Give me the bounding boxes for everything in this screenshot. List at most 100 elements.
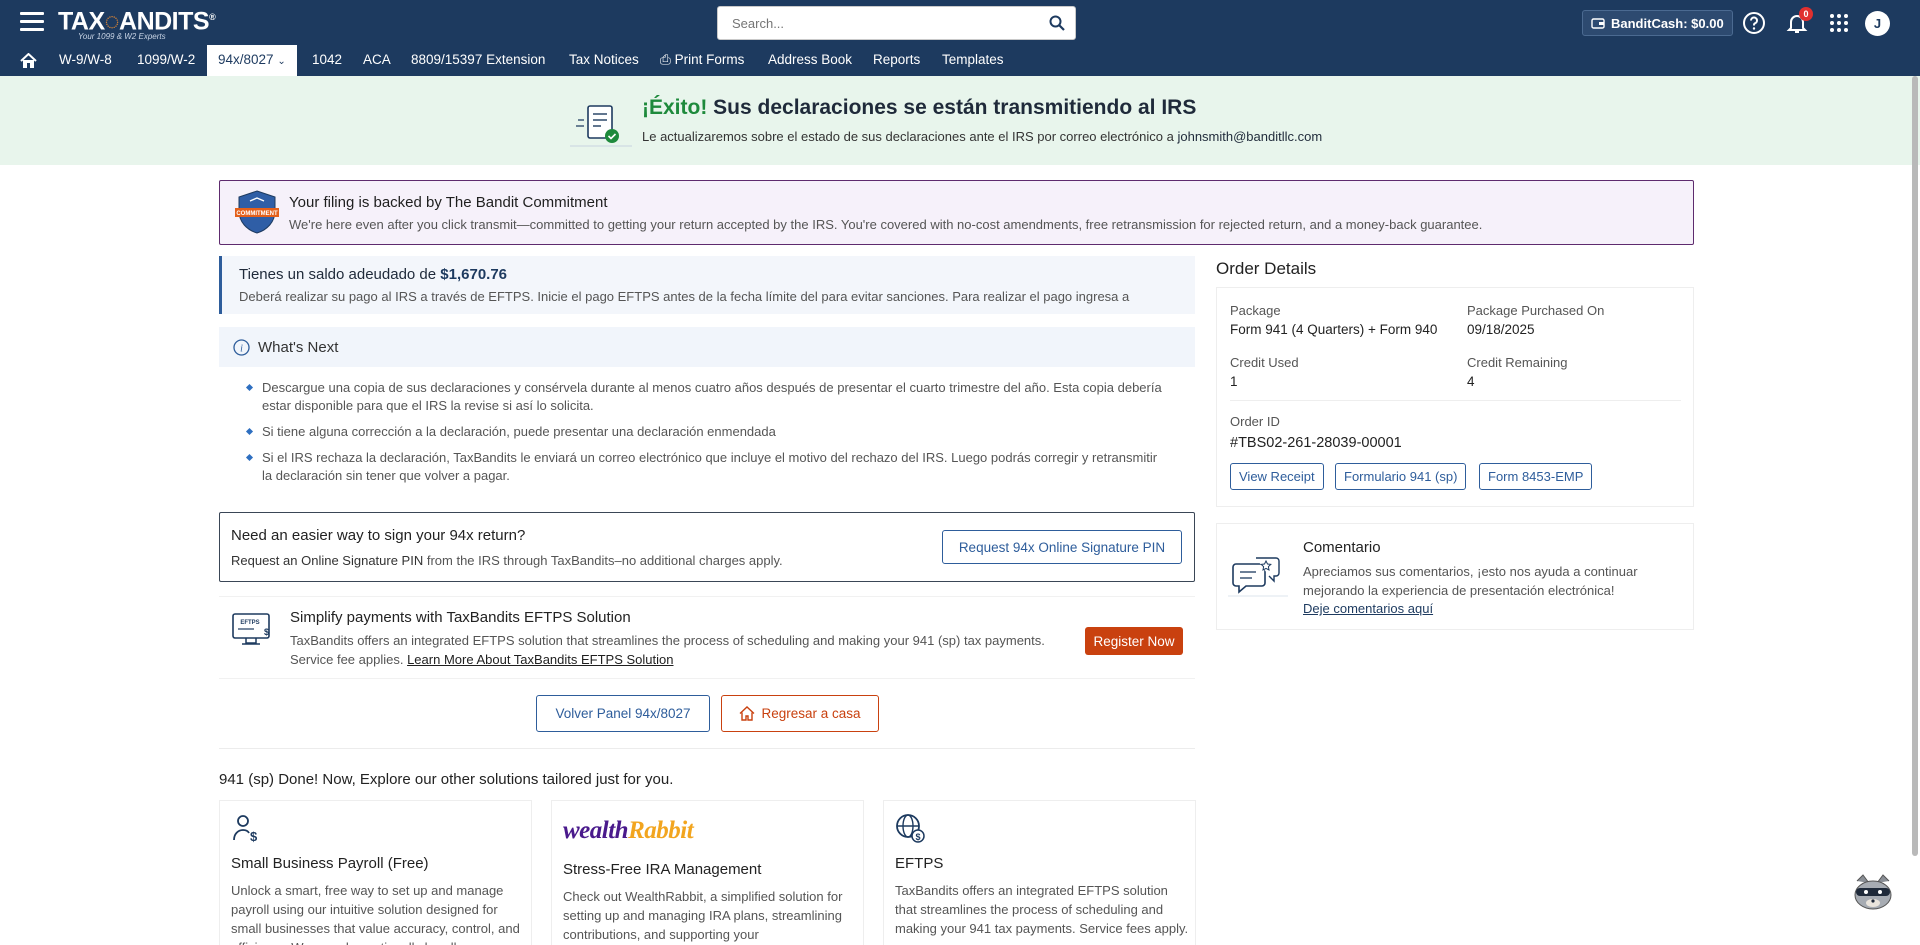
credit-used-value: 1 (1230, 374, 1238, 389)
whats-next-list: Descargue una copia de sus declaraciones… (247, 379, 1167, 493)
wealthrabbit-logo: wealthRabbit (563, 817, 694, 844)
help-icon[interactable] (1742, 11, 1766, 35)
feedback-chat-icon (1228, 557, 1288, 597)
leave-feedback-link[interactable]: Deje comentarios aquí (1303, 601, 1433, 616)
order-details-panel: Package Form 941 (4 Quarters) + Form 940… (1216, 287, 1694, 507)
user-avatar[interactable]: J (1865, 11, 1890, 36)
nav-item-1042[interactable]: 1042 (312, 45, 342, 76)
eftps-monitor-icon: EFTPS $ (232, 613, 270, 645)
chevron-down-icon: ⌄ (277, 56, 286, 67)
search-box (717, 6, 1076, 40)
user-dollar-icon: $ (233, 815, 258, 843)
nav-item-tax-notices[interactable]: Tax Notices (569, 45, 639, 76)
register-now-button[interactable]: Register Now (1085, 627, 1183, 655)
svg-text:EFTPS: EFTPS (240, 620, 259, 626)
apps-grid-icon[interactable] (1827, 11, 1851, 35)
whats-next-title: What's Next (258, 339, 339, 356)
card-title: Stress-Free IRA Management (563, 861, 762, 878)
whats-next-panel: i What's Next Descargue una copia de sus… (219, 327, 1195, 492)
search-input[interactable] (718, 7, 1018, 39)
wallet-icon (1591, 18, 1605, 29)
commitment-title: Your filing is backed by The Bandit Comm… (289, 194, 608, 211)
top-bar: TAX◌ANDITS® Your 1099 & W2 Experts Bandi… (0, 0, 1920, 45)
explore-title: 941 (sp) Done! Now, Explore our other so… (219, 771, 674, 788)
notification-count-badge: 0 (1799, 7, 1813, 21)
wealthrabbit-card[interactable]: wealthRabbit Stress-Free IRA Management … (551, 800, 864, 945)
signature-pin-panel: Need an easier way to sign your 94x retu… (219, 512, 1195, 582)
search-icon[interactable] (1049, 15, 1065, 31)
order-id-value: #TBS02-261-28039-00001 (1230, 435, 1402, 451)
package-label: Package (1230, 303, 1281, 318)
credit-used-label: Credit Used (1230, 355, 1299, 370)
home-icon[interactable] (20, 53, 37, 69)
feedback-panel: Comentario Apreciamos sus comentarios, ¡… (1216, 523, 1694, 630)
svg-text:$: $ (250, 829, 258, 843)
card-title: EFTPS (895, 855, 944, 872)
order-id-label: Order ID (1230, 414, 1280, 429)
nav-item-aca[interactable]: ACA (363, 45, 391, 76)
user-email: johnsmith@banditllc.com (1177, 129, 1323, 144)
payroll-card[interactable]: $ Small Business Payroll (Free) Unlock a… (219, 800, 532, 945)
nav-item-reports[interactable]: Reports (873, 45, 920, 76)
form-8453-emp-button[interactable]: Form 8453-EMP (1479, 463, 1593, 490)
nav-item-w9-w8[interactable]: W-9/W-8 (59, 45, 112, 76)
svg-text:COMMITMENT: COMMITMENT (236, 211, 278, 217)
svg-text:i: i (240, 344, 243, 355)
eftps-card[interactable]: $ EFTPS TaxBandits offers an integrated … (883, 800, 1196, 945)
card-text: Check out WealthRabbit, a simplified sol… (563, 889, 843, 942)
nav-item-94x-8027[interactable]: 94x/8027 ⌄ (207, 45, 297, 76)
nav-item-templates[interactable]: Templates (942, 45, 1004, 76)
credit-remaining-label: Credit Remaining (1467, 355, 1568, 370)
balance-due-panel: Tienes un saldo adeudado de $1,670.76 De… (219, 256, 1195, 314)
go-home-button[interactable]: Regresar a casa (721, 695, 879, 732)
document-check-icon (570, 105, 632, 147)
feedback-text: Apreciamos sus comentarios, ¡esto nos ay… (1303, 564, 1638, 598)
signature-text: Request an Online Signature PIN from the… (231, 553, 783, 568)
notifications-button[interactable]: 0 (1785, 7, 1813, 35)
printer-icon: ⎙ (660, 52, 671, 67)
eftps-title: Simplify payments with TaxBandits EFTPS … (290, 609, 631, 626)
back-to-dashboard-button[interactable]: Volver Panel 94x/8027 (536, 695, 710, 732)
globe-dollar-icon: $ (896, 814, 925, 843)
purchased-on-value: 09/18/2025 (1467, 322, 1535, 337)
balance-text: Deberá realizar su pago al IRS a través … (239, 289, 1130, 304)
request-signature-pin-button[interactable]: Request 94x Online Signature PIN (942, 530, 1182, 564)
nav-item-extension[interactable]: 8809/15397 Extension (411, 45, 545, 76)
taxbandits-logo[interactable]: TAX◌ANDITS® Your 1099 & W2 Experts (58, 4, 216, 41)
order-details-title: Order Details (1216, 259, 1317, 278)
commitment-badge-icon: COMMITMENT (235, 190, 279, 234)
form-941-sp-button[interactable]: Formulario 941 (sp) (1335, 463, 1467, 490)
bandit-mascot-chat-icon[interactable] (1851, 873, 1895, 913)
nav-item-print-forms[interactable]: ⎙ Print Forms (660, 45, 744, 76)
bandit-commitment-panel: COMMITMENT Your filing is backed by The … (219, 180, 1694, 245)
bandit-cash-button[interactable]: BanditCash: $0.00 (1582, 10, 1733, 36)
svg-text:$: $ (915, 832, 920, 842)
list-item: Descargue una copia de sus declaraciones… (247, 379, 1167, 415)
learn-more-eftps-link[interactable]: Learn More About TaxBandits EFTPS Soluti… (407, 652, 673, 667)
package-value: Form 941 (4 Quarters) + Form 940 (1230, 322, 1438, 337)
nav-item-address-book[interactable]: Address Book (768, 45, 852, 76)
feedback-title: Comentario (1303, 539, 1381, 556)
page-scrollbar[interactable] (1912, 76, 1918, 856)
hamburger-menu-icon[interactable] (20, 12, 44, 32)
eftps-text-2: Service fee applies. Learn More About Ta… (290, 652, 674, 667)
whats-next-header: i What's Next (219, 327, 1195, 367)
card-title: Small Business Payroll (Free) (231, 855, 429, 872)
list-item: Si tiene alguna corrección a la declarac… (247, 423, 1167, 441)
balance-title: Tienes un saldo adeudado de $1,670.76 (239, 266, 508, 283)
commitment-text: We're here even after you click transmit… (289, 217, 1483, 232)
svg-text:$: $ (264, 627, 269, 637)
signature-title: Need an easier way to sign your 94x retu… (231, 527, 526, 544)
success-banner: ¡Éxito! Sus declaraciones se están trans… (0, 76, 1920, 165)
main-nav: W-9/W-8 1099/W-2 94x/8027 ⌄ 1042 ACA 880… (0, 45, 1920, 76)
balance-amount: $1,670.76 (440, 266, 508, 283)
success-title: ¡Éxito! Sus declaraciones se están trans… (642, 96, 1197, 119)
view-receipt-button[interactable]: View Receipt (1230, 463, 1324, 490)
card-text: TaxBandits offers an integrated EFTPS so… (895, 883, 1189, 936)
home-icon (739, 706, 755, 721)
bandit-cash-label: BanditCash: $0.00 (1611, 15, 1724, 31)
card-text: Unlock a smart, free way to set up and m… (231, 883, 520, 945)
divider (1230, 400, 1681, 401)
eftps-text: TaxBandits offers an integrated EFTPS so… (290, 633, 1045, 648)
nav-item-1099-w2[interactable]: 1099/W-2 (137, 45, 195, 76)
